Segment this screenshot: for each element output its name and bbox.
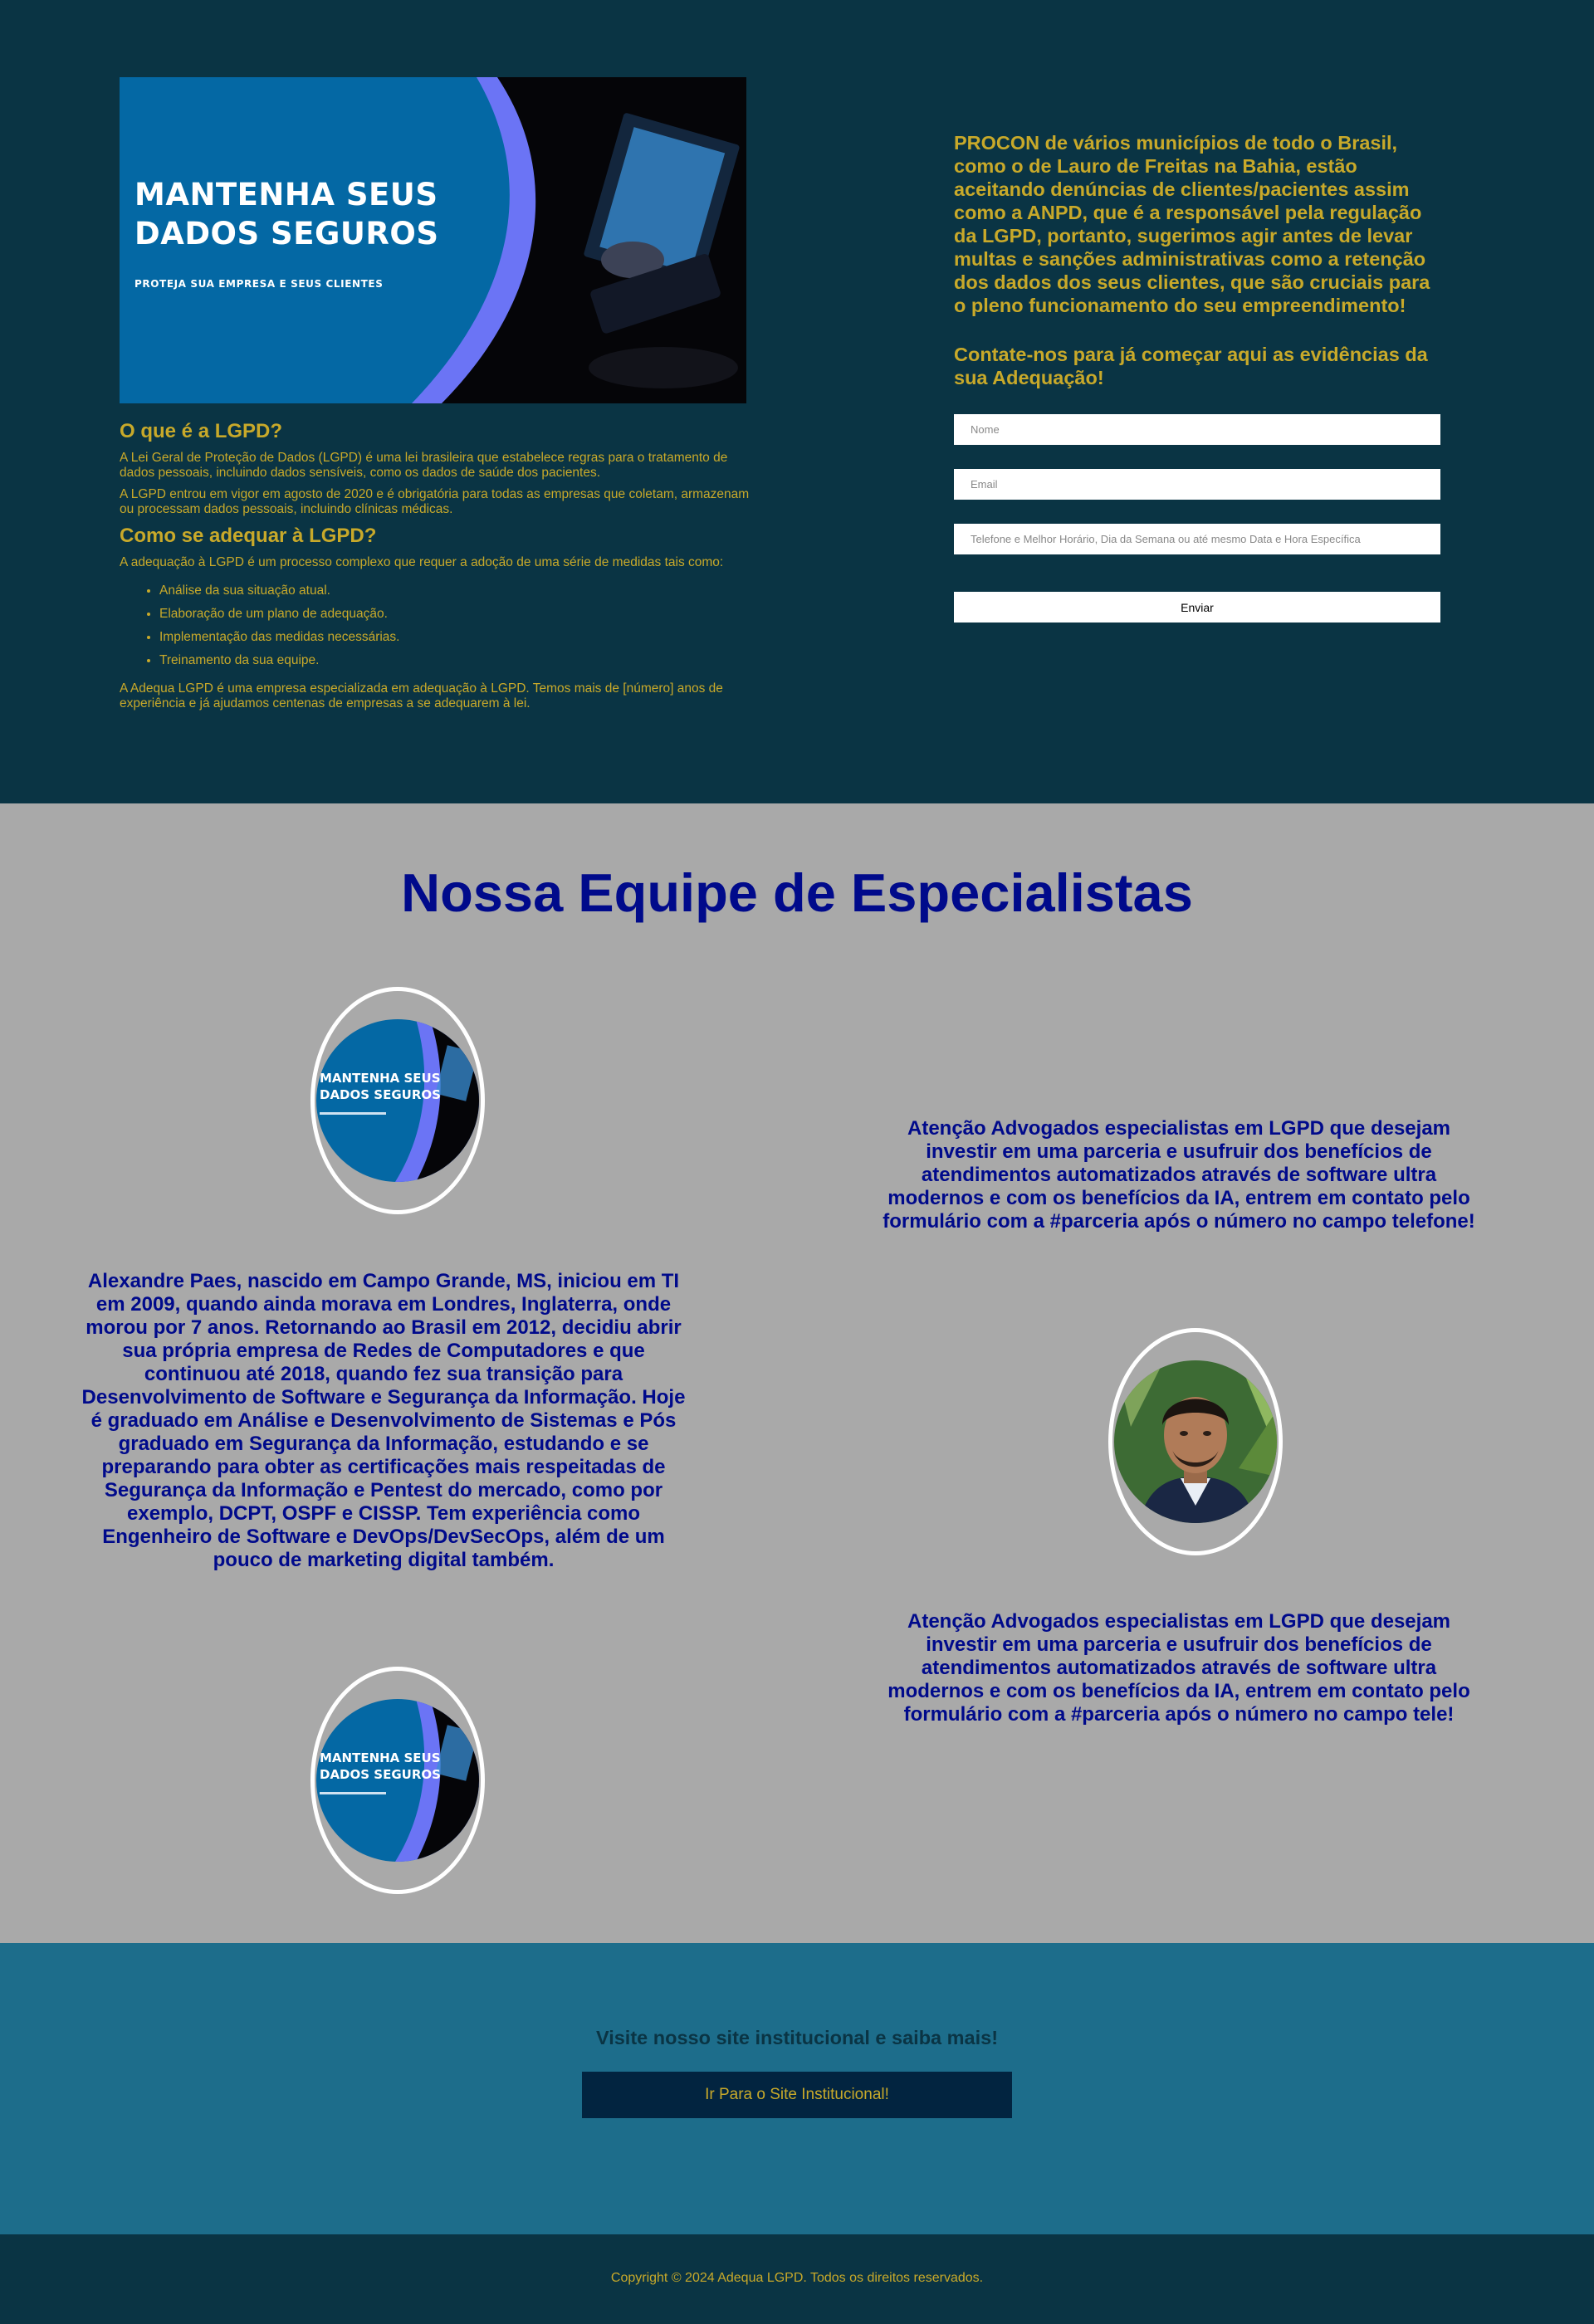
partnership-notice-1: Atenção Advogados especialistas em LGPD … (883, 1117, 1475, 1233)
hero-banner-text: MANTENHA SEUS DADOS SEGUROS PROTEJA SUA … (134, 175, 438, 290)
copyright-text: Copyright © 2024 Adequa LGPD. Todos os d… (610, 2271, 984, 2285)
lgpd-intro-section: MANTENHA SEUS DADOS SEGUROS PROTEJA SUA … (0, 0, 1594, 803)
logo-text: MANTENHA SEUS (320, 1750, 441, 1765)
name-field[interactable] (954, 414, 1440, 445)
adequacy-steps-list: Análise da sua situação atual. Elaboraçã… (159, 583, 751, 668)
team-section: Nossa Equipe de Especialistas MANTENHA S… (0, 803, 1594, 1943)
adequacy-title: Como se adequar à LGPD? (120, 525, 377, 547)
list-item: Elaboração de um plano de adequação. (159, 607, 751, 622)
institutional-section: Visite nosso site institucional e saiba … (0, 1943, 1594, 2234)
procon-warning-text: PROCON de vários municípios de todo o Br… (954, 132, 1430, 316)
team-avatar-logo: MANTENHA SEUS DADOS SEGUROS (310, 987, 485, 1214)
company-paragraph: A Adequa LGPD é uma empresa especializad… (120, 681, 723, 710)
team-title: Nossa Equipe de Especialistas (401, 862, 1193, 923)
institutional-site-button[interactable]: Ir Para o Site Institucional! (582, 2072, 1012, 2118)
contact-cta-text: Contate-nos para já começar aqui as evid… (954, 344, 1428, 388)
specialist-bio: Alexandre Paes, nascido em Campo Grande,… (81, 1270, 686, 1571)
logo-avatar-graphic: MANTENHA SEUS DADOS SEGUROS (316, 1019, 479, 1182)
lgpd-paragraph-2: A LGPD entrou em vigor em agosto de 2020… (120, 487, 750, 516)
lgpd-title: O que é a LGPD? (120, 420, 283, 442)
team-avatar-photo (1108, 1328, 1283, 1555)
adequacy-paragraph: A adequação à LGPD é um processo complex… (120, 555, 724, 569)
logo-text: DADOS SEGUROS (320, 1087, 441, 1102)
send-button[interactable]: Enviar (954, 592, 1440, 622)
email-field[interactable] (954, 469, 1440, 500)
lgpd-paragraph-1: A Lei Geral de Proteção de Dados (LGPD) … (120, 451, 728, 480)
hero-subline: PROTEJA SUA EMPRESA E SEUS CLIENTES (134, 278, 384, 290)
list-item: Implementação das medidas necessárias. (159, 630, 751, 645)
list-item: Análise da sua situação atual. (159, 583, 751, 598)
logo-text: MANTENHA SEUS (320, 1071, 441, 1086)
logo-avatar-graphic: MANTENHA SEUS DADOS SEGUROS (316, 1699, 479, 1862)
hero-banner-image: MANTENHA SEUS DADOS SEGUROS PROTEJA SUA … (120, 77, 746, 403)
hero-headline-line1: MANTENHA SEUS (134, 177, 438, 212)
footer: Copyright © 2024 Adequa LGPD. Todos os d… (0, 2234, 1594, 2324)
partnership-notice-2: Atenção Advogados especialistas em LGPD … (887, 1610, 1470, 1726)
contact-form: Enviar (954, 414, 1444, 622)
person-photo-graphic (1114, 1360, 1277, 1523)
list-item: Treinamento da sua equipe. (159, 653, 751, 668)
lgpd-info: O que é a LGPD? A Lei Geral de Proteção … (120, 419, 751, 718)
phone-field[interactable] (954, 524, 1440, 554)
logo-text: DADOS SEGUROS (320, 1767, 441, 1782)
contact-panel: PROCON de vários municípios de todo o Br… (954, 131, 1444, 622)
institutional-title: Visite nosso site institucional e saiba … (595, 2027, 999, 2048)
team-avatar-logo: MANTENHA SEUS DADOS SEGUROS (310, 1667, 485, 1894)
hero-headline-line2: DADOS SEGUROS (134, 216, 439, 251)
